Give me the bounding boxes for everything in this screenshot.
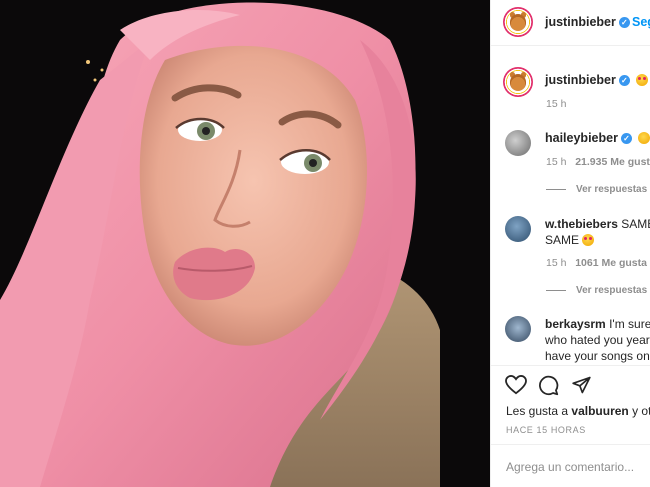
comment-username[interactable]: berkaysrm xyxy=(545,317,606,331)
comment-meta: 15 h 21.935 Me gusta xyxy=(546,156,650,168)
comment-meta: 15 h 1061 Me gusta xyxy=(546,257,647,269)
share-icon[interactable] xyxy=(571,375,592,400)
post-photo[interactable] xyxy=(0,0,490,487)
smiling-emoji-icon xyxy=(638,132,650,144)
actions-divider xyxy=(491,365,650,366)
post-side-panel: justinbieber✓ Seg justinbieber✓ 15 h hai… xyxy=(490,0,650,487)
follow-button[interactable]: Seg xyxy=(632,15,650,29)
comment-body-line3: have your songs on xyxy=(545,349,650,363)
comment-avatar[interactable] xyxy=(505,216,531,242)
comment-username[interactable]: w.thebiebers xyxy=(545,217,618,231)
author-username[interactable]: justinbieber ✓ xyxy=(545,15,630,29)
comment-likes[interactable]: 21.935 Me gusta xyxy=(575,156,650,168)
post-header: justinbieber✓ Seg xyxy=(491,0,650,46)
divider-line xyxy=(546,289,566,291)
verified-badge-icon: ✓ xyxy=(620,133,632,144)
view-replies-button[interactable]: Ver respuestas ( xyxy=(546,184,650,195)
comment-body-line2: who hated you years xyxy=(545,333,650,347)
comment-body-line2: SAME xyxy=(545,232,595,248)
heart-icon[interactable] xyxy=(505,374,527,400)
comment-username[interactable]: haileybieber ✓ xyxy=(545,131,650,145)
heart-eyes-emoji-icon xyxy=(582,234,595,246)
heart-eyes-emoji-icon xyxy=(636,74,649,86)
selfie-illustration xyxy=(0,0,490,487)
teddy-bear-icon xyxy=(509,74,527,91)
add-comment-input[interactable]: Agrega un comentario... xyxy=(506,460,634,474)
comment-avatar[interactable] xyxy=(505,316,531,342)
comment-icon[interactable] xyxy=(538,375,559,401)
teddy-bear-icon xyxy=(509,14,527,31)
verified-badge-icon: ✓ xyxy=(618,17,630,28)
comment-body: w.thebiebers SAME xyxy=(545,217,650,231)
divider-line xyxy=(546,188,566,190)
likes-summary[interactable]: Les gusta a valbuuren y otra xyxy=(506,404,650,418)
view-replies-button[interactable]: Ver respuestas (5 xyxy=(546,285,650,296)
post-timestamp: HACE 15 HORAS xyxy=(506,425,586,435)
comment-body: berkaysrm I'm sure t xyxy=(545,317,650,331)
add-comment-bar[interactable]: Agrega un comentario... xyxy=(491,444,650,487)
comment-avatar[interactable] xyxy=(505,130,531,156)
caption-time: 15 h xyxy=(546,98,567,110)
comment-likes[interactable]: 1061 Me gusta xyxy=(575,257,647,269)
caption-avatar[interactable] xyxy=(503,67,533,97)
author-avatar[interactable] xyxy=(503,7,533,37)
verified-badge-icon: ✓ xyxy=(618,75,630,86)
caption-username[interactable]: justinbieber ✓ xyxy=(545,73,650,87)
